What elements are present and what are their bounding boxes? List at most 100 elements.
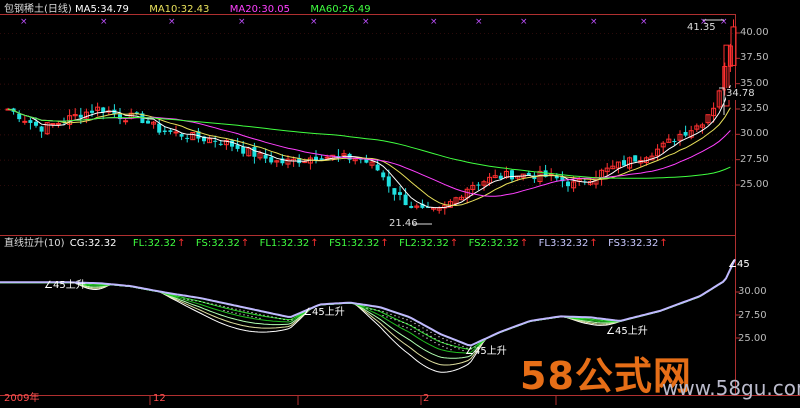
candle-body xyxy=(185,137,190,139)
fill-dot xyxy=(414,322,416,325)
candle-body xyxy=(409,206,414,208)
fill-dot xyxy=(279,318,281,320)
fill-dot xyxy=(366,308,368,310)
fill-dot xyxy=(199,300,201,303)
ma5-value: MA5:34.79 xyxy=(75,4,129,15)
ma10-line xyxy=(7,107,731,207)
fill-dot xyxy=(259,313,261,315)
price-tick-label: 25.00 xyxy=(740,179,769,190)
fill-dot xyxy=(187,299,189,301)
fill-dot xyxy=(255,316,257,319)
param-fs1: FS1:32.32 xyxy=(329,238,380,249)
fill-dot xyxy=(462,345,464,348)
watermark-url: www.58gu.com xyxy=(662,376,800,400)
param-fs: FS:32.32 xyxy=(195,238,240,249)
ma20-value: MA20:30.05 xyxy=(229,4,290,15)
fill-dot xyxy=(390,313,392,315)
annotation-45-up-4: ∠45上升 xyxy=(606,326,648,337)
indicator-axis-30: 30.00 xyxy=(738,286,767,297)
candle-body xyxy=(230,140,234,147)
fill-dot xyxy=(239,309,241,311)
fill-dot xyxy=(386,316,388,318)
fill-dot xyxy=(247,311,249,313)
param-fs3: FS3:32.32 xyxy=(608,238,659,249)
fill-dot xyxy=(287,319,289,321)
fill-dot xyxy=(398,324,400,326)
signal-marker: × xyxy=(20,17,28,27)
signal-marker: × xyxy=(720,17,728,27)
time-axis-2: 2 xyxy=(423,393,430,404)
fill-dot xyxy=(382,311,384,313)
fill-dot xyxy=(454,346,456,348)
fill-dot xyxy=(219,305,221,307)
fill-dot xyxy=(231,311,233,313)
candle-body xyxy=(314,156,318,161)
candle-body xyxy=(179,134,184,137)
candle-body xyxy=(123,120,129,123)
fill-dot xyxy=(422,335,424,337)
fill-dot xyxy=(255,312,257,315)
fill-dot xyxy=(426,329,428,331)
fill-dot xyxy=(394,319,396,321)
high-price-label: 41.35 xyxy=(687,22,716,33)
fill-dot xyxy=(243,314,245,316)
fill-dot xyxy=(370,308,372,310)
fill-dot xyxy=(243,310,245,312)
fill-dot xyxy=(414,330,416,333)
signal-marker: × xyxy=(238,17,246,27)
fill-dot xyxy=(438,344,440,346)
signal-marker: × xyxy=(640,17,648,27)
fill-dot xyxy=(426,333,428,335)
fill-dot xyxy=(239,313,241,315)
fill-dot xyxy=(438,340,440,342)
fill-dot xyxy=(203,301,205,303)
fill-dot xyxy=(462,349,464,352)
fill-dot xyxy=(291,319,293,321)
fill-dot xyxy=(446,343,448,345)
ma10-value: MA10:32.43 xyxy=(149,4,210,15)
fill-dot xyxy=(434,333,436,336)
annotation-45-up-2: ∠45上升 xyxy=(303,307,345,318)
fill-dot xyxy=(442,345,444,348)
low-price-label: 21.46 xyxy=(389,218,418,229)
param-fl2: FL2:32.32 xyxy=(399,238,449,249)
candle-body xyxy=(375,164,380,171)
fill-dot xyxy=(191,299,193,301)
fill-dot xyxy=(275,317,277,319)
stock-title: 包钢稀土(日线) xyxy=(4,4,72,15)
candle-body xyxy=(622,160,626,166)
candlesticks xyxy=(5,19,737,215)
signal-marker: × xyxy=(310,17,318,27)
annotation-45-up-1: ∠45上升 xyxy=(44,280,86,291)
time-axis-2009: 2009年 xyxy=(4,393,40,404)
current-price-label: 34.78 xyxy=(726,88,755,100)
fill-dot xyxy=(410,324,412,326)
candle-body xyxy=(498,175,503,179)
signal-marker: × xyxy=(475,17,483,27)
signal-marker: × xyxy=(430,17,438,27)
indicator-legend: 直线拉升(10) CG:32.32 FL:32.32↑ FS:32.32↑ FL… xyxy=(4,238,668,249)
fill-dot xyxy=(398,316,400,318)
price-tick-label: 37.50 xyxy=(740,52,769,64)
fill-dot xyxy=(418,325,420,327)
fill-dot xyxy=(251,316,253,318)
candle-body xyxy=(39,126,44,132)
fill-dot xyxy=(418,333,420,335)
candle-body xyxy=(157,123,162,133)
candle-body xyxy=(263,154,268,159)
fill-dot xyxy=(183,298,185,300)
candle-body xyxy=(17,113,22,120)
fill-dot xyxy=(450,341,452,343)
fill-dot xyxy=(195,300,197,302)
fill-dot xyxy=(418,329,420,331)
ma5-line xyxy=(7,85,731,209)
moving-average-lines xyxy=(7,19,731,225)
fill-dot xyxy=(378,309,380,312)
fill-dot xyxy=(394,315,396,317)
annotation-45-up-3: ∠45上升 xyxy=(465,346,507,357)
fill-dot xyxy=(267,315,269,317)
candle-body xyxy=(28,120,33,123)
fill-dot xyxy=(442,337,444,340)
price-tick-label: 27.50 xyxy=(740,153,769,165)
fill-dot xyxy=(215,304,217,306)
